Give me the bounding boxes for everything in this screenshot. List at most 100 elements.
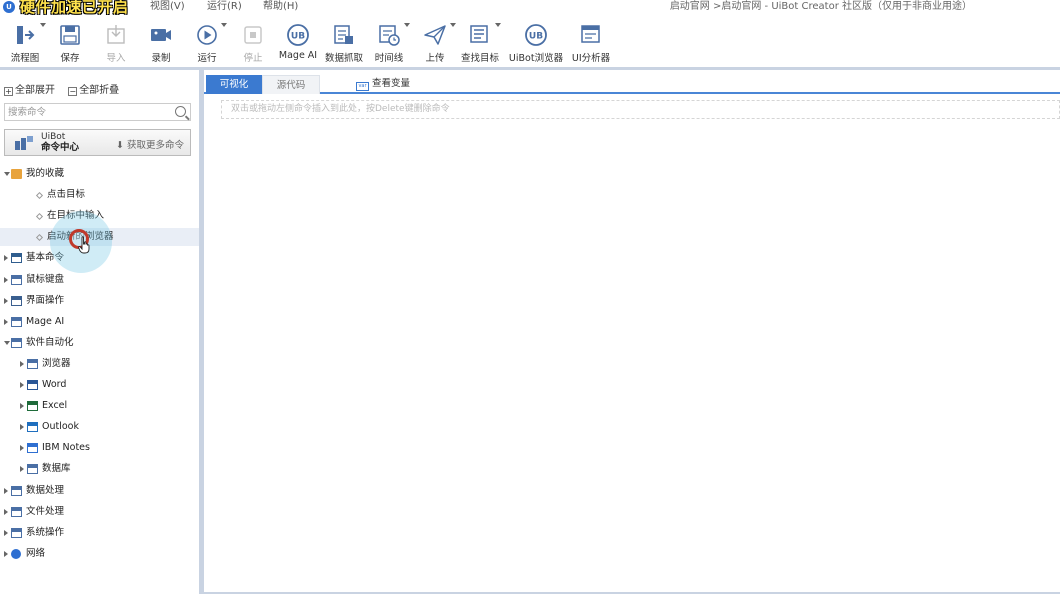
import-button[interactable]: 导入 <box>102 23 130 67</box>
chevron-right-icon[interactable] <box>4 318 8 325</box>
expand-all-button[interactable]: + 全部展开 <box>4 85 55 96</box>
leaf-bullet-icon <box>35 192 44 200</box>
flowchart-dropdown-icon[interactable] <box>40 23 46 27</box>
command-center-button[interactable]: UiBot 命令中心 ⬇ 获取更多命令 <box>4 129 191 156</box>
flowchart-icon <box>17 26 35 44</box>
tree-item[interactable]: 浏览器 <box>0 355 199 373</box>
mage-ai-label: Mage AI <box>278 50 318 61</box>
uibot-browser-button[interactable]: UB UiBot浏览器 <box>507 23 565 67</box>
chevron-right-icon[interactable] <box>20 382 24 388</box>
command-drop-zone[interactable]: 双击或拖动左侧命令插入到此处，按Delete键删除命令 <box>221 100 1060 119</box>
data-scrape-icon <box>334 25 353 44</box>
chevron-right-icon[interactable] <box>4 529 8 536</box>
chevron-down-icon[interactable] <box>4 172 10 176</box>
timeline-dropdown-icon[interactable] <box>404 23 410 27</box>
menu-run[interactable]: 运行(R) <box>207 0 242 13</box>
record-icon <box>151 29 171 41</box>
hardware-acceleration-banner: 硬件加速已开启 <box>20 0 129 16</box>
chevron-right-icon[interactable] <box>4 550 8 557</box>
run-button[interactable]: 运行 <box>193 23 221 67</box>
editor-tabbar: 可视化 源代码 var 查看变量 <box>204 70 1060 94</box>
search-input[interactable] <box>5 104 170 120</box>
command-center-subtitle: 命令中心 <box>41 142 80 153</box>
tree-item-label: 点击目标 <box>47 189 86 201</box>
menu-help[interactable]: 帮助(H) <box>263 0 298 13</box>
toolbar: 流程图 保存 导入 录制 运行 停止 UB Mage AI 数据抓取 时间线 上… <box>0 15 1060 67</box>
tree-item[interactable]: 软件自动化 <box>0 334 199 352</box>
timeline-icon <box>379 25 400 46</box>
stop-button[interactable]: 停止 <box>239 23 267 67</box>
chevron-right-icon[interactable] <box>4 487 8 494</box>
title-bar: U 硬件加速已开启 视图(V) 运行(R) 帮助(H) 启动官网 >启动官网 -… <box>0 0 1060 16</box>
tree-item[interactable]: Outlook <box>0 418 199 436</box>
flowchart-button[interactable]: 流程图 <box>6 23 44 67</box>
chevron-right-icon[interactable] <box>4 276 8 283</box>
outlook-icon <box>27 422 38 433</box>
command-panel: +全部展开 −全部折叠 UiBot 命令中心 ⬇ 获取更多命令 我的收藏点击目标… <box>0 70 199 594</box>
browser-icon <box>27 358 38 369</box>
save-button[interactable]: 保存 <box>55 23 85 67</box>
upload-button[interactable]: 上传 <box>421 23 449 67</box>
app-logo-icon: U <box>3 1 15 13</box>
chevron-down-icon[interactable] <box>4 340 10 345</box>
command-search <box>4 103 191 121</box>
tree-item[interactable]: 点击目标 <box>0 186 199 204</box>
view-variables-button[interactable]: var 查看变量 <box>356 78 410 91</box>
find-target-button[interactable]: 查找目标 <box>459 23 501 67</box>
upload-icon <box>424 25 446 45</box>
run-icon <box>197 25 217 45</box>
upload-dropdown-icon[interactable] <box>450 23 456 27</box>
find-target-dropdown-icon[interactable] <box>495 23 501 27</box>
tree-item-label: 界面操作 <box>26 294 65 306</box>
tree-item[interactable]: 数据库 <box>0 460 199 478</box>
tab-visual[interactable]: 可视化 <box>206 75 262 94</box>
import-label: 导入 <box>106 53 126 64</box>
tree-item[interactable]: 文件处理 <box>0 503 199 521</box>
editor-area: 可视化 源代码 var 查看变量 双击或拖动左侧命令插入到此处，按Delete键删… <box>204 70 1060 594</box>
tree-item[interactable]: Excel <box>0 397 199 415</box>
excel-icon <box>27 401 38 412</box>
import-icon <box>107 25 125 44</box>
tree-item-label: Mage AI <box>26 315 65 327</box>
mage-ai-button[interactable]: UB Mage AI <box>277 23 319 67</box>
variables-icon: var <box>356 82 369 91</box>
tree-item[interactable]: 鼠标键盘 <box>0 271 199 289</box>
chevron-right-icon[interactable] <box>4 255 8 262</box>
leaf-bullet-icon <box>35 213 44 221</box>
tree-item-label: 软件自动化 <box>26 336 74 348</box>
database-icon <box>27 464 38 475</box>
tree-item[interactable]: 网络 <box>0 545 199 563</box>
tree-item[interactable]: 数据处理 <box>0 482 199 500</box>
record-button[interactable]: 录制 <box>147 23 175 67</box>
chevron-right-icon[interactable] <box>20 424 24 431</box>
tree-item-label: 网络 <box>26 547 46 559</box>
ui-analyzer-button[interactable]: UI分析器 <box>569 23 613 67</box>
tree-item[interactable]: 界面操作 <box>0 292 199 310</box>
tree-item[interactable]: 我的收藏 <box>0 165 199 183</box>
tree-item[interactable]: 系统操作 <box>0 524 199 542</box>
get-more-commands-link[interactable]: ⬇ 获取更多命令 <box>116 137 184 151</box>
tree-item[interactable]: IBM Notes <box>0 439 199 457</box>
collapse-all-button[interactable]: − 全部折叠 <box>68 85 119 96</box>
flowchart-label: 流程图 <box>10 53 40 64</box>
search-icon[interactable] <box>175 106 186 117</box>
mage-ai-icon <box>11 316 22 327</box>
timeline-button[interactable]: 时间线 <box>372 23 406 67</box>
tab-source-code[interactable]: 源代码 <box>262 75 320 94</box>
chevron-right-icon[interactable] <box>4 297 8 304</box>
chevron-right-icon[interactable] <box>4 508 8 515</box>
keyboard-icon <box>11 274 22 285</box>
chevron-right-icon[interactable] <box>20 445 24 452</box>
system-icon <box>11 527 22 538</box>
tree-item-label: 我的收藏 <box>26 168 65 179</box>
tree-item[interactable]: Word <box>0 376 199 394</box>
run-dropdown-icon[interactable] <box>221 23 227 27</box>
data-scrape-button[interactable]: 数据抓取 <box>323 23 365 67</box>
chevron-right-icon[interactable] <box>20 403 24 410</box>
find-target-icon <box>470 25 488 43</box>
stop-icon <box>244 26 262 44</box>
chevron-right-icon[interactable] <box>20 466 24 473</box>
menu-view[interactable]: 视图(V) <box>150 0 185 13</box>
chevron-right-icon[interactable] <box>20 360 24 367</box>
tree-item[interactable]: Mage AI <box>0 313 199 331</box>
